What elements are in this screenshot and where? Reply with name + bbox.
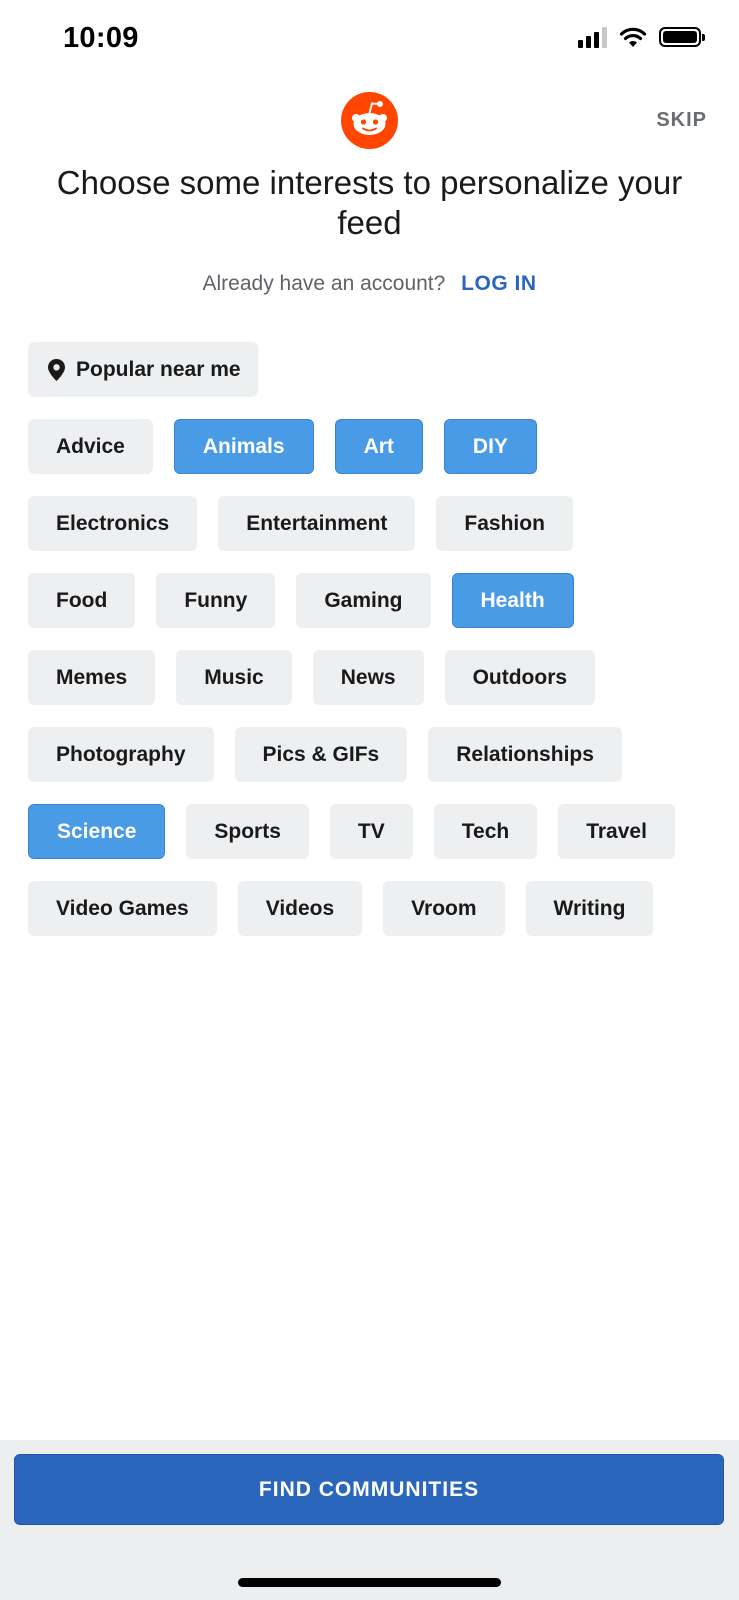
interest-chip-art[interactable]: Art bbox=[334, 419, 423, 474]
account-prompt: Already have an account? bbox=[202, 272, 446, 295]
chip-row: Memes Music News Outdoors bbox=[28, 650, 718, 705]
status-bar: 10:09 bbox=[0, 0, 739, 80]
interest-chip-sports[interactable]: Sports bbox=[186, 804, 309, 859]
interest-chip-tech[interactable]: Tech bbox=[433, 804, 538, 859]
interest-chip-electronics[interactable]: Electronics bbox=[28, 496, 198, 551]
interest-chip-outdoors[interactable]: Outdoors bbox=[444, 650, 596, 705]
chip-row: Advice Animals Art DIY bbox=[28, 419, 718, 474]
chip-rows: Advice Animals Art DIY Electronics Entertainm… bbox=[28, 419, 718, 936]
home-indicator bbox=[238, 1578, 501, 1587]
interest-chip-advice[interactable]: Advice bbox=[28, 419, 153, 474]
chip-row: Electronics Entertainment Fashion bbox=[28, 496, 718, 551]
interest-chip-memes[interactable]: Memes bbox=[28, 650, 156, 705]
interest-chip-music[interactable]: Music bbox=[176, 650, 292, 705]
interest-chip-photography[interactable]: Photography bbox=[28, 727, 214, 782]
page-title: Choose some interests to personalize you… bbox=[56, 164, 683, 241]
login-link[interactable]: LOG IN bbox=[461, 272, 536, 295]
chip-row: Science Sports TV Tech Travel bbox=[28, 804, 718, 859]
interest-chip-tv[interactable]: TV bbox=[329, 804, 413, 859]
interest-chip-relationships[interactable]: Relationships bbox=[428, 727, 622, 782]
popular-near-me-chip[interactable]: Popular near me bbox=[28, 342, 258, 397]
interest-chips: Popular near me Advice Animals Art DIY Elect… bbox=[28, 342, 718, 958]
interest-chip-funny[interactable]: Funny bbox=[156, 573, 276, 628]
chip-row: Photography Pics & GIFs Relationships bbox=[28, 727, 718, 782]
interest-chip-health[interactable]: Health bbox=[451, 573, 574, 628]
interest-chip-diy[interactable]: DIY bbox=[443, 419, 537, 474]
find-communities-button[interactable]: FIND COMMUNITIES bbox=[14, 1454, 724, 1525]
interest-chip-writing[interactable]: Writing bbox=[525, 881, 654, 936]
status-icons bbox=[578, 26, 705, 48]
chip-row: Food Funny Gaming Health bbox=[28, 573, 718, 628]
interest-chip-video-games[interactable]: Video Games bbox=[28, 881, 217, 936]
status-time: 10:09 bbox=[63, 22, 139, 54]
interest-chip-science[interactable]: Science bbox=[28, 804, 166, 859]
location-pin-icon bbox=[48, 358, 65, 381]
interest-chip-travel[interactable]: Travel bbox=[558, 804, 675, 859]
interest-chip-news[interactable]: News bbox=[312, 650, 424, 705]
interest-chip-fashion[interactable]: Fashion bbox=[436, 496, 573, 551]
bottom-bar: FIND COMMUNITIES bbox=[0, 1440, 739, 1600]
interest-chip-gaming[interactable]: Gaming bbox=[296, 573, 431, 628]
reddit-logo-icon bbox=[341, 92, 398, 149]
interest-chip-animals[interactable]: Animals bbox=[173, 419, 314, 474]
chip-row-location: Popular near me bbox=[28, 342, 718, 397]
wifi-icon bbox=[619, 27, 647, 47]
signal-icon bbox=[578, 26, 607, 48]
interest-chip-videos[interactable]: Videos bbox=[237, 881, 363, 936]
interest-chip-vroom[interactable]: Vroom bbox=[383, 881, 505, 936]
interest-chip-entertainment[interactable]: Entertainment bbox=[218, 496, 416, 551]
interest-chip-food[interactable]: Food bbox=[28, 573, 136, 628]
interest-chip-pics-gifs[interactable]: Pics & GIFs bbox=[234, 727, 408, 782]
battery-icon bbox=[659, 27, 705, 47]
account-row: Already have an account? LOG IN bbox=[0, 272, 739, 296]
skip-button[interactable]: SKIP bbox=[656, 109, 707, 132]
chip-row: Video Games Videos Vroom Writing bbox=[28, 881, 718, 936]
popular-near-me-label: Popular near me bbox=[76, 357, 241, 381]
